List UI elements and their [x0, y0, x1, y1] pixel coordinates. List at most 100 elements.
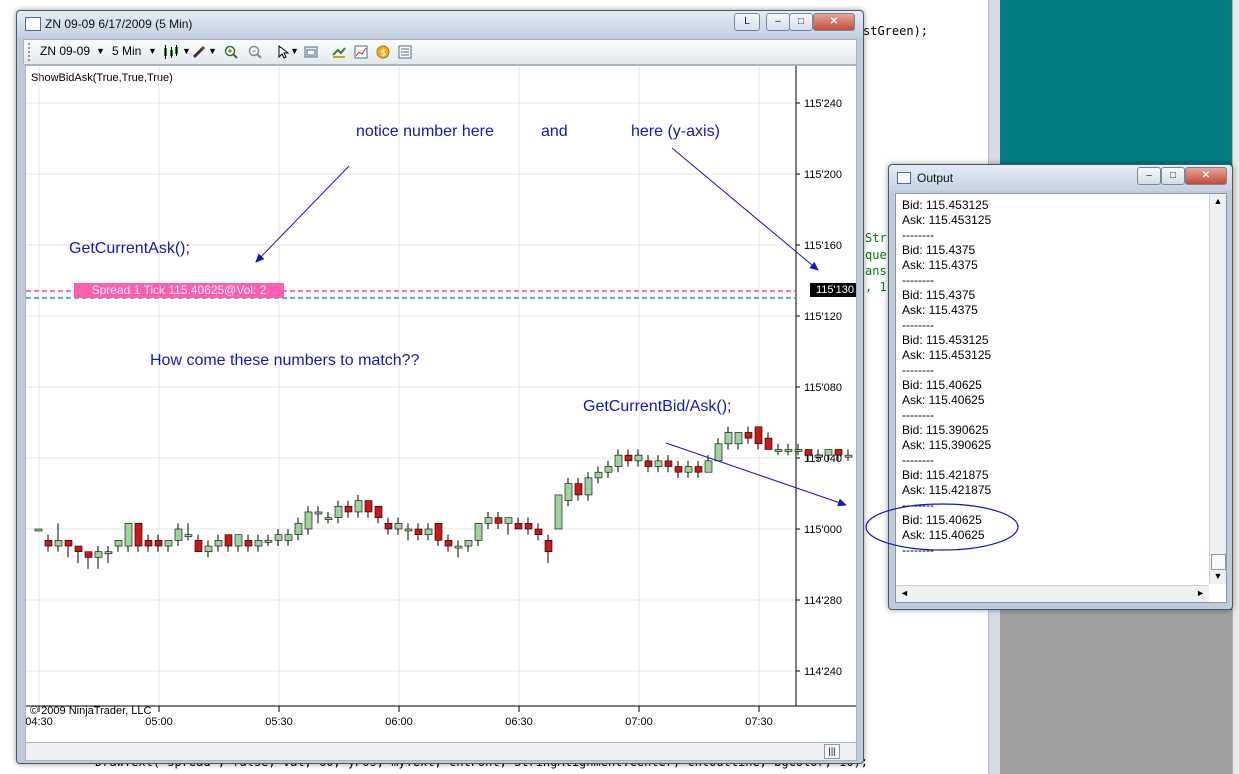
x-tick-label: 04:30 — [26, 716, 53, 728]
candle-body — [294, 523, 303, 535]
candle-body — [134, 523, 143, 547]
horizontal-scrollbar[interactable]: ◄ ► — [896, 585, 1209, 602]
scroll-left-arrow-icon[interactable]: ◄ — [900, 588, 909, 598]
candle-body — [504, 517, 513, 524]
candle-body — [264, 540, 273, 543]
zoom-out-icon[interactable] — [248, 45, 262, 59]
candle-body — [44, 540, 53, 547]
interval-dropdown[interactable]: 5 Min — [112, 44, 141, 58]
pencil-icon[interactable] — [192, 45, 206, 59]
candle-body — [634, 454, 643, 462]
output-line: -------- — [902, 498, 934, 512]
candle-body — [144, 540, 153, 547]
chart-window-icon — [25, 17, 41, 31]
candle-body — [744, 432, 753, 439]
x-tick-label: 05:30 — [265, 716, 293, 728]
annotation-here: here (y-axis) — [631, 123, 720, 140]
output-line: Bid: 115.421875 — [902, 468, 989, 482]
vertical-scrollbar[interactable]: ▲ ▼ — [1209, 194, 1226, 584]
edge-scrollbar[interactable] — [1232, 0, 1239, 774]
output-line: Bid: 115.4375 — [902, 243, 976, 257]
candlestick-icon[interactable] — [162, 45, 180, 59]
horizontal-scrollbar[interactable]: ||| — [25, 742, 857, 761]
scroll-down-arrow-icon[interactable]: ▼ — [1210, 571, 1226, 581]
annotation-and: and — [541, 123, 568, 140]
output-line: Ask: 115.421875 — [902, 483, 992, 497]
properties-icon[interactable] — [304, 45, 318, 59]
output-line: Bid: 115.390625 — [902, 423, 989, 437]
candle-body — [284, 534, 293, 541]
candle-body — [114, 540, 123, 547]
y-tick-label: 115'240 — [804, 98, 842, 110]
x-tick-label: 06:00 — [385, 716, 413, 728]
candle-body — [374, 505, 383, 518]
chart-plot-area[interactable]: ShowBidAsk(True,True,True) 115'240 115'20… — [25, 65, 857, 743]
candle-body — [834, 449, 843, 456]
chevron-down-icon[interactable]: ▼ — [96, 46, 105, 56]
candle-body — [304, 511, 313, 530]
candle-body — [124, 523, 133, 547]
candle-body — [774, 449, 783, 452]
candle-body — [724, 432, 733, 445]
chart-icon[interactable] — [354, 45, 368, 59]
chart-titlebar[interactable]: ZN 09-09 6/17/2009 (5 Min) L – □ ✕ — [17, 11, 863, 37]
candle-body — [664, 460, 673, 467]
y-tick-label: 115'080 — [804, 382, 842, 394]
strategy-icon[interactable] — [332, 45, 346, 59]
chevron-down-icon[interactable]: ▼ — [208, 46, 217, 56]
instrument-dropdown[interactable]: ZN 09-09 — [40, 44, 90, 58]
candle-body — [314, 511, 323, 515]
y-tick-label: 114'280 — [804, 595, 842, 607]
candle-body — [704, 460, 713, 473]
output-window[interactable]: Output – □ ✕ Bid: 115.453125 Ask: 115.453… — [888, 164, 1233, 610]
output-line: Ask: 115.40625 — [902, 528, 985, 542]
data-box-icon[interactable] — [398, 45, 412, 59]
close-button[interactable]: ✕ — [813, 13, 855, 31]
y-tick-label: 115'160 — [804, 240, 842, 252]
dollar-icon[interactable]: $ — [376, 45, 390, 59]
output-line: Bid: 115.40625 — [902, 378, 982, 392]
output-line: -------- — [902, 543, 934, 557]
zoom-in-icon[interactable] — [224, 45, 238, 59]
panel-background — [1000, 610, 1239, 774]
output-line: Ask: 115.453125 — [902, 213, 992, 227]
candle-body — [804, 449, 813, 456]
candle-body — [494, 517, 503, 524]
chevron-down-icon[interactable]: ▼ — [290, 46, 299, 56]
output-titlebar[interactable]: Output – □ ✕ — [889, 165, 1232, 191]
candle-body — [394, 523, 403, 530]
minimize-button[interactable]: – — [1137, 167, 1161, 185]
cursor-icon[interactable] — [276, 45, 290, 59]
close-button[interactable]: ✕ — [1185, 167, 1227, 185]
chevron-down-icon[interactable]: ▼ — [148, 46, 157, 56]
candle-body — [574, 483, 583, 496]
output-line: Ask: 115.453125 — [902, 348, 992, 362]
candle-body — [694, 466, 703, 473]
scroll-up-arrow-icon[interactable]: ▲ — [1210, 196, 1226, 206]
output-window-title: Output — [917, 171, 954, 185]
toolbar-grip[interactable] — [28, 43, 34, 61]
copyright-label: © 2009 NinjaTrader, LLC — [30, 705, 152, 717]
minimize-button[interactable]: – — [766, 13, 790, 31]
scroll-thumb[interactable] — [1211, 554, 1226, 570]
candle-body — [684, 466, 693, 473]
layout-button[interactable]: L — [734, 13, 760, 31]
code-fragment: stGreen); — [863, 24, 929, 38]
candle-body — [34, 528, 43, 532]
output-line: -------- — [902, 273, 934, 287]
output-text-area[interactable]: Bid: 115.453125 Ask: 115.453125 -------- Bi… — [895, 193, 1227, 603]
annotation-get-ask: GetCurrentAsk(); — [69, 240, 190, 257]
maximize-button[interactable]: □ — [789, 13, 813, 31]
candle-body — [714, 443, 723, 462]
candle-body — [824, 449, 833, 456]
candle-body — [254, 540, 263, 547]
maximize-button[interactable]: □ — [1161, 167, 1185, 185]
candle-body — [464, 540, 473, 547]
x-tick-label: 07:30 — [745, 716, 773, 728]
candle-body — [84, 551, 93, 558]
candle-body — [794, 449, 803, 452]
candle-body — [434, 523, 443, 541]
chevron-down-icon[interactable]: ▼ — [182, 46, 191, 56]
scroll-right-arrow-icon[interactable]: ► — [1196, 588, 1205, 598]
scroll-thumb[interactable]: ||| — [824, 744, 840, 759]
